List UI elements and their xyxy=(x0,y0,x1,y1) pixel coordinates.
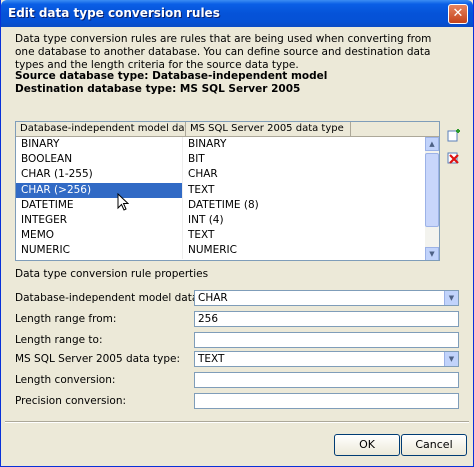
description-text: Data type conversion rules are rules tha… xyxy=(15,33,432,71)
destination-type-cell[interactable]: INT (4) xyxy=(183,213,425,228)
mouse-cursor-icon xyxy=(117,193,129,211)
destination-db-type: Destination database type: MS SQL Server… xyxy=(15,83,301,95)
source-type-select[interactable]: CHAR ▼ xyxy=(194,290,459,306)
add-rule-icon[interactable] xyxy=(447,128,461,142)
table-row[interactable]: MEMO TEXT xyxy=(16,228,425,244)
source-db-type: Source database type: Database-independe… xyxy=(15,70,328,82)
table-row[interactable]: CHAR (>256) TEXT xyxy=(16,182,425,198)
scroll-up-arrow-icon[interactable]: ▲ xyxy=(425,137,439,151)
destination-type-cell[interactable]: TEXT xyxy=(183,228,425,243)
precision-conversion-input[interactable] xyxy=(194,393,459,409)
destination-type-cell[interactable]: TEXT xyxy=(183,183,425,198)
grid-header: Database-independent model data type MS … xyxy=(16,122,439,137)
ok-button[interactable]: OK xyxy=(334,434,400,456)
column-header-source[interactable]: Database-independent model data type xyxy=(16,122,186,137)
properties-section-label: Data type conversion rule properties xyxy=(15,268,209,280)
destination-type-cell[interactable]: BIT xyxy=(183,152,425,167)
source-type-cell[interactable]: INTEGER xyxy=(16,212,183,229)
column-header-destination[interactable]: MS SQL Server 2005 data type xyxy=(186,122,351,137)
destination-type-cell[interactable]: BINARY xyxy=(183,137,425,152)
dest-type-label: MS SQL Server 2005 data type: xyxy=(15,353,180,365)
scroll-down-arrow-icon[interactable]: ▼ xyxy=(425,247,439,260)
table-row[interactable]: NUMERIC NUMERIC xyxy=(16,243,425,259)
window-title: Edit data type conversion rules xyxy=(8,6,220,20)
table-row[interactable]: CHAR (1-255) CHAR xyxy=(16,167,425,183)
source-type-cell[interactable]: BOOLEAN xyxy=(16,152,183,168)
dialog-window: Edit data type conversion rules ✕ Data t… xyxy=(0,0,474,467)
table-row[interactable]: BINARY BINARY xyxy=(16,137,425,153)
cancel-button[interactable]: Cancel xyxy=(401,434,467,456)
length-to-input[interactable] xyxy=(194,332,459,348)
destination-type-cell[interactable]: CHAR xyxy=(183,167,425,182)
table-row[interactable]: DATETIME DATETIME (8) xyxy=(16,197,425,213)
precision-conversion-label: Precision conversion: xyxy=(15,395,127,407)
delete-rule-icon[interactable] xyxy=(447,150,461,164)
grid-scrollbar[interactable]: ▲ ▼ xyxy=(425,137,439,260)
length-from-label: Length range from: xyxy=(15,313,117,325)
source-type-cell[interactable]: CHAR (1-255) xyxy=(16,167,183,183)
title-bar[interactable]: Edit data type conversion rules ✕ xyxy=(1,0,473,27)
conversion-rules-grid[interactable]: Database-independent model data type MS … xyxy=(15,121,440,261)
column-header-filler xyxy=(351,122,439,137)
source-type-cell[interactable]: NUMERIC xyxy=(16,243,183,259)
close-button[interactable]: ✕ xyxy=(448,4,468,24)
source-type-cell[interactable]: BINARY xyxy=(16,137,183,153)
source-type-value: CHAR xyxy=(198,292,228,304)
length-conversion-label: Length conversion: xyxy=(15,374,116,386)
dest-type-value: TEXT xyxy=(198,353,225,365)
source-type-cell[interactable]: CHAR (>256) xyxy=(16,182,183,198)
chevron-down-icon[interactable]: ▼ xyxy=(444,291,458,305)
table-row[interactable]: INTEGER INT (4) xyxy=(16,212,425,229)
length-from-input[interactable]: 256 xyxy=(194,311,459,327)
scroll-thumb[interactable] xyxy=(425,153,439,227)
length-conversion-input[interactable] xyxy=(194,372,459,388)
dest-type-select[interactable]: TEXT ▼ xyxy=(194,351,459,367)
chevron-down-icon[interactable]: ▼ xyxy=(444,352,458,366)
source-type-cell[interactable]: DATETIME xyxy=(16,197,183,213)
footer-divider xyxy=(5,421,469,423)
length-to-label: Length range to: xyxy=(15,334,103,346)
table-row[interactable]: BOOLEAN BIT xyxy=(16,152,425,168)
source-type-cell[interactable]: MEMO xyxy=(16,228,183,244)
destination-type-cell[interactable]: NUMERIC xyxy=(183,243,425,258)
destination-type-cell[interactable]: DATETIME (8) xyxy=(183,198,425,213)
grid-body: BINARY BINARY BOOLEAN BIT CHAR (1-255) CHAR CH… xyxy=(16,137,425,259)
